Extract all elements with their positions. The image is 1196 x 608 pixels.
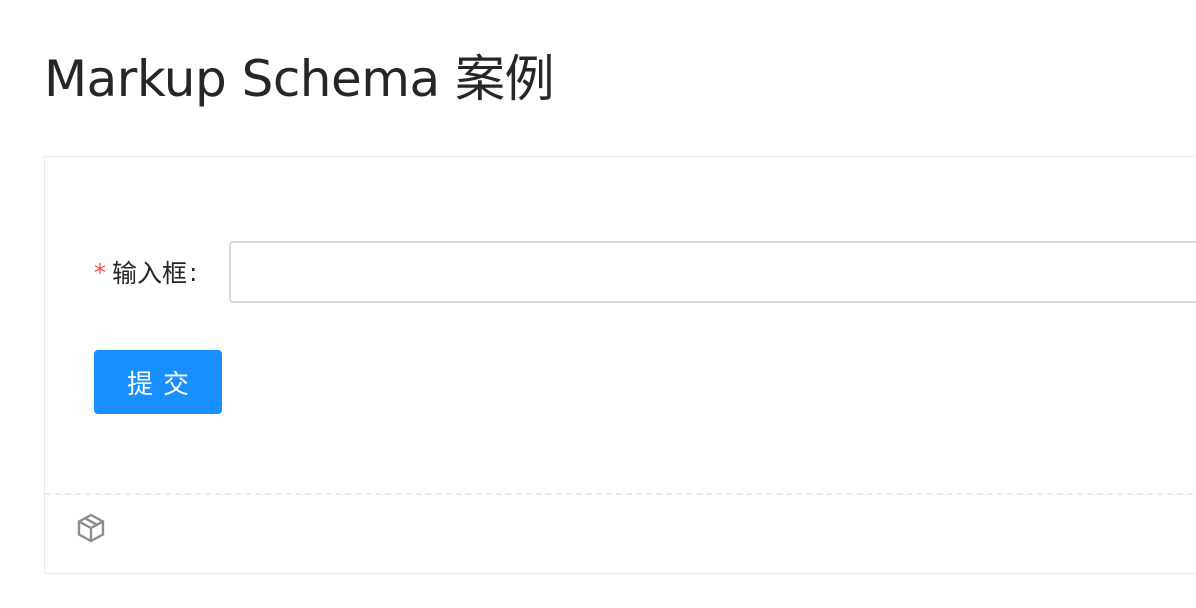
- page-title: Markup Schema 案例: [44, 50, 555, 108]
- input-field-label-text: 输入框: [112, 259, 188, 288]
- demo-preview: * 输入框 : 提交: [45, 157, 1196, 495]
- required-mark: *: [94, 259, 106, 287]
- demo-card: * 输入框 : 提交: [44, 156, 1196, 574]
- label-colon: :: [189, 257, 198, 287]
- submit-button[interactable]: 提交: [94, 350, 222, 414]
- text-input[interactable]: [229, 241, 1196, 303]
- card-divider: [45, 493, 1196, 495]
- form-item-input: * 输入框 :: [94, 241, 211, 303]
- input-field-label: * 输入框 :: [94, 241, 211, 303]
- codesandbox-icon[interactable]: [75, 512, 107, 544]
